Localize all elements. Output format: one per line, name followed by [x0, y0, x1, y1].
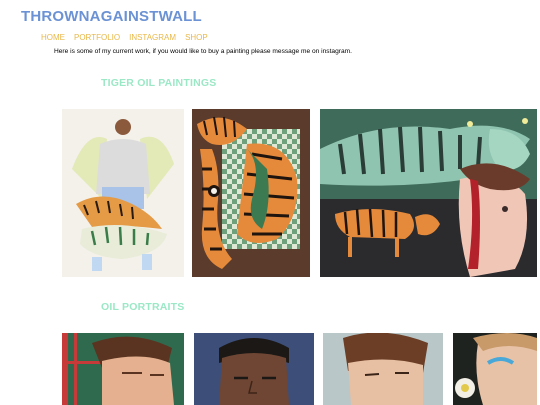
nav-home[interactable]: HOME	[41, 33, 65, 42]
tiger-painting-1[interactable]	[62, 109, 184, 277]
portrait-painting-4[interactable]	[453, 333, 537, 405]
portrait-painting-3[interactable]	[323, 333, 443, 405]
portrait-painting-1-image	[62, 333, 184, 405]
portrait-painting-2[interactable]	[194, 333, 314, 405]
portrait-painting-4-image	[453, 333, 537, 405]
tiger-painting-2[interactable]	[192, 109, 310, 277]
nav-portfolio[interactable]: PORTFOLIO	[74, 33, 120, 42]
main-nav: HOME PORTFOLIO INSTAGRAM SHOP	[41, 33, 208, 42]
section-heading-oil-portraits: OIL PORTRAITS	[101, 301, 185, 313]
tiger-painting-3-image	[320, 109, 537, 277]
intro-text: Here is some of my current work, if you …	[54, 48, 352, 55]
portrait-painting-2-image	[194, 333, 314, 405]
portrait-painting-3-image	[323, 333, 443, 405]
portrait-painting-1[interactable]	[62, 333, 184, 405]
tiger-painting-1-image	[62, 109, 184, 277]
tiger-painting-3[interactable]	[320, 109, 537, 277]
site-title[interactable]: THROWNAGAINSTWALL	[21, 8, 202, 25]
tiger-painting-2-image	[192, 109, 310, 277]
nav-shop[interactable]: SHOP	[185, 33, 208, 42]
nav-instagram[interactable]: INSTAGRAM	[129, 33, 176, 42]
section-heading-tiger-oil-paintings: TIGER OIL PAINTINGS	[101, 77, 217, 89]
